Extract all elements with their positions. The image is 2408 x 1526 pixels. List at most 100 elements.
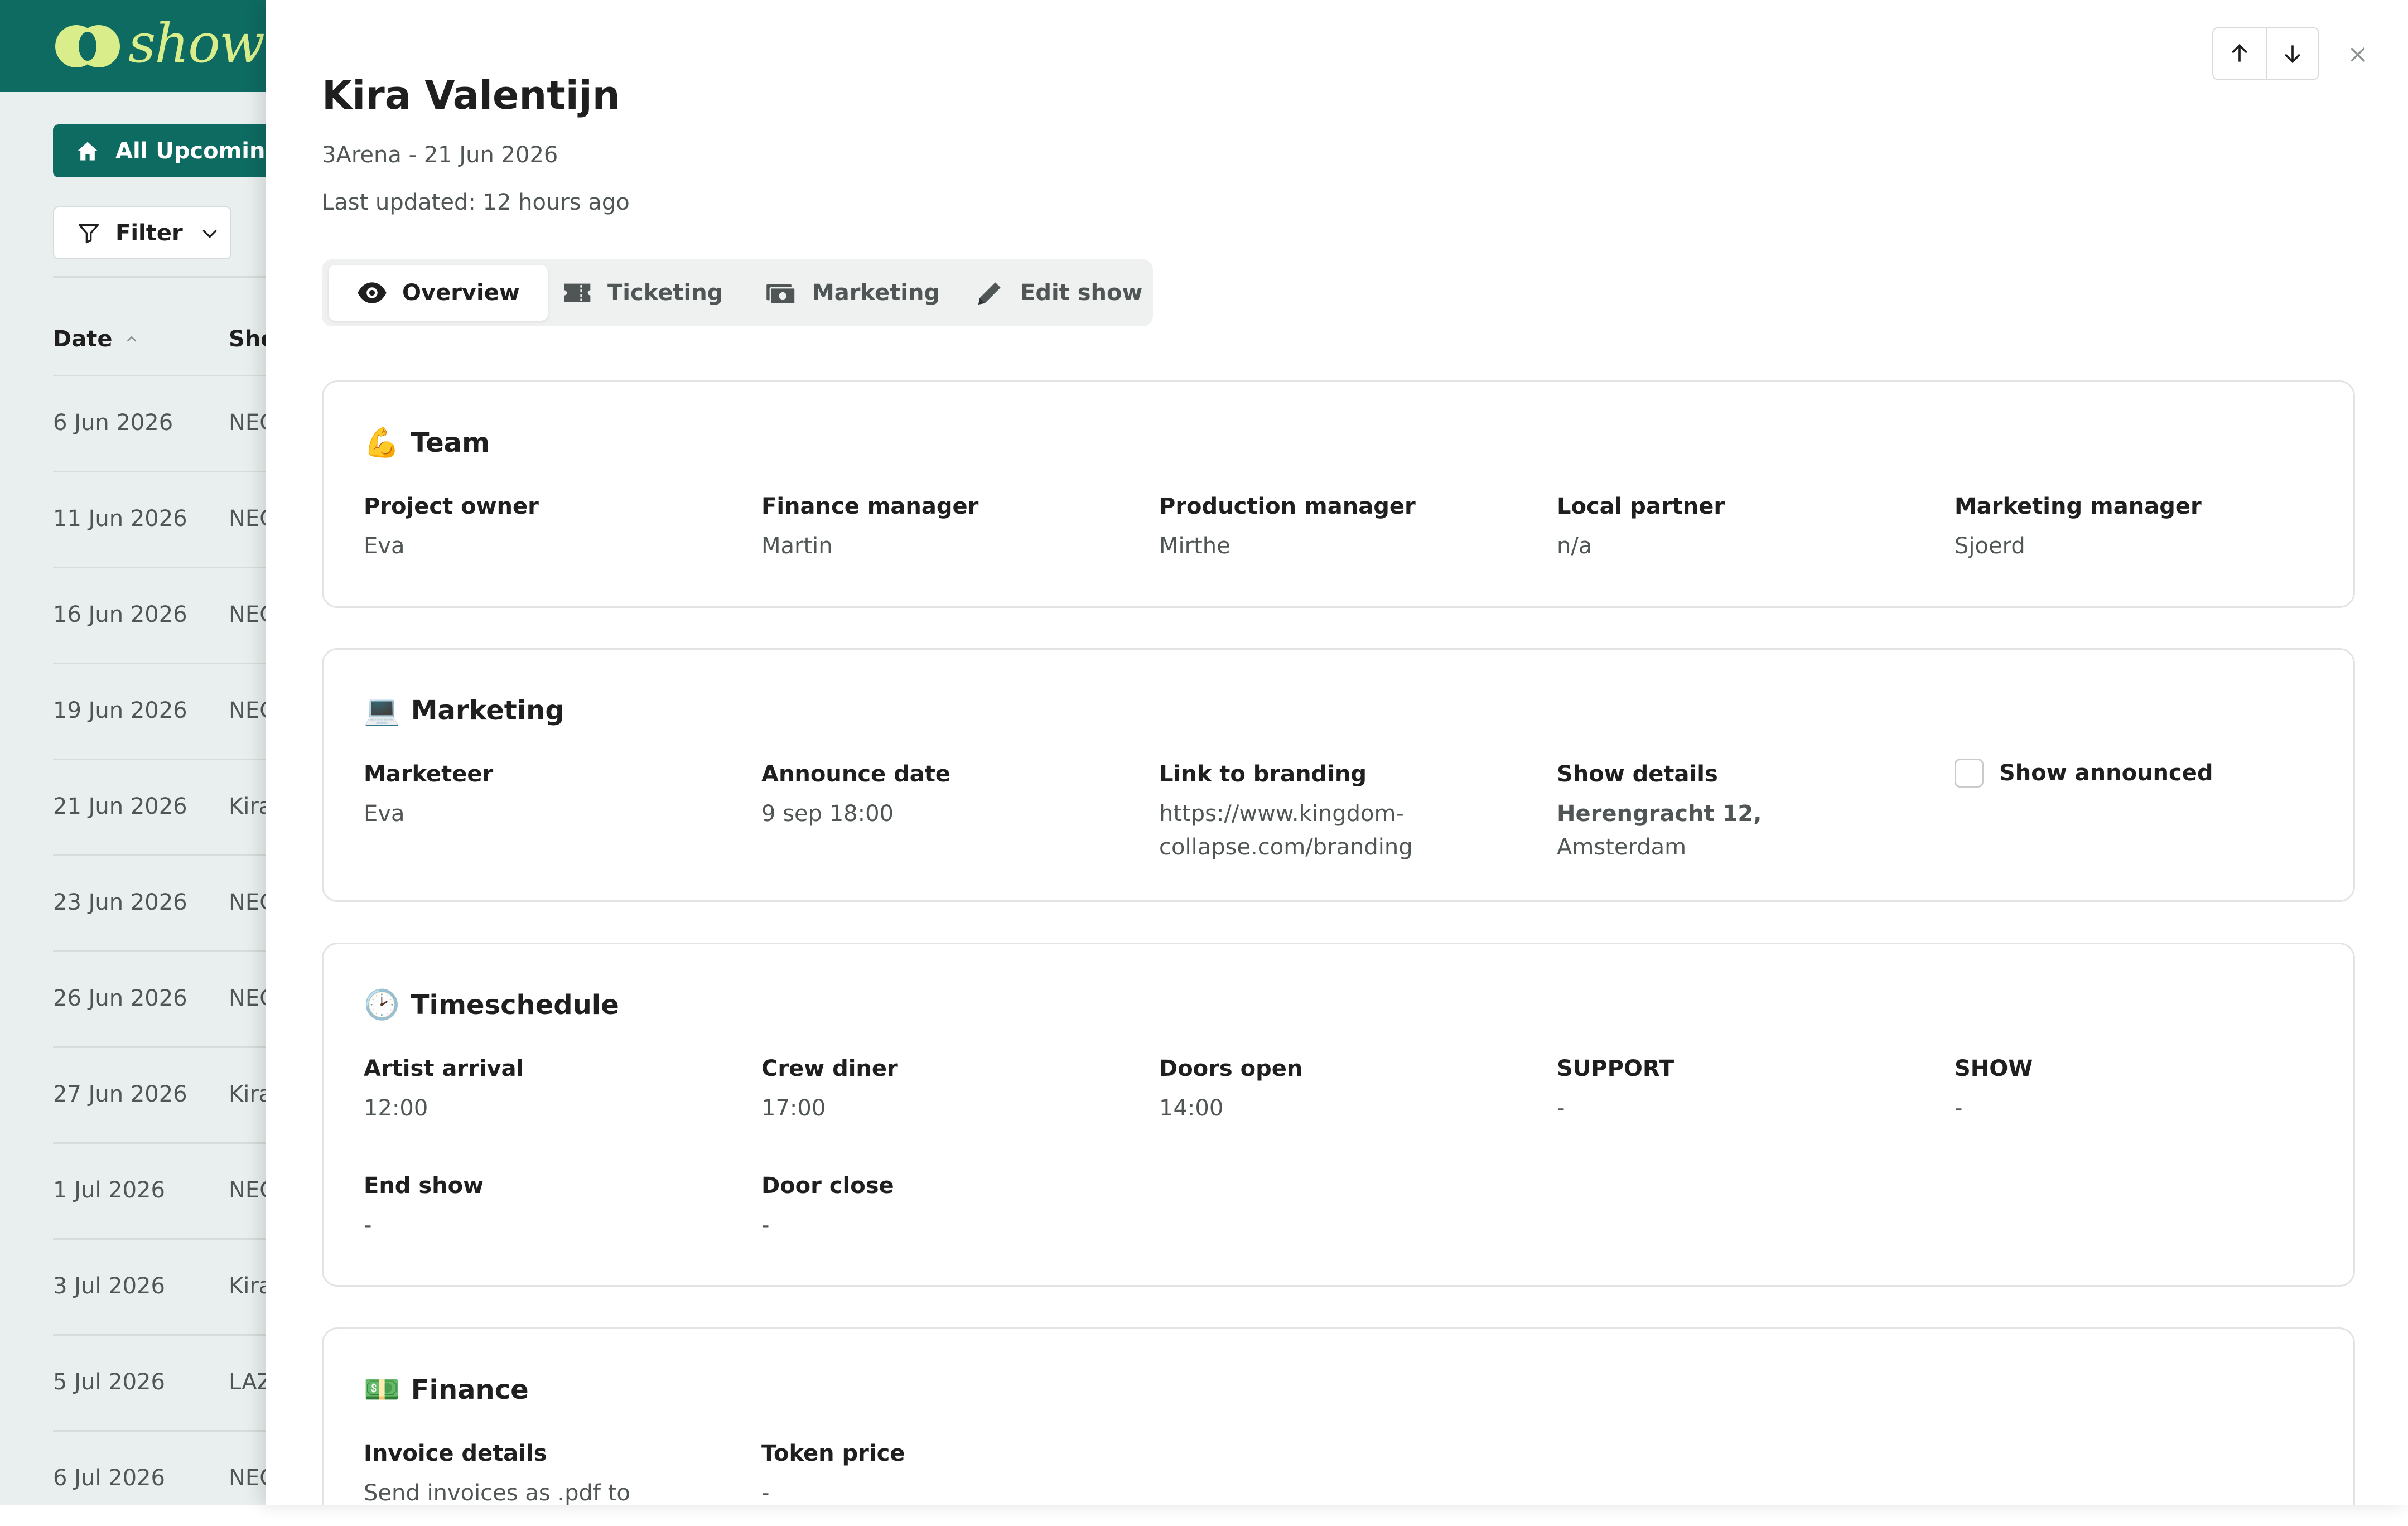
field-label: Project owner [364, 494, 539, 519]
field-finance-manager: Finance manager Martin [761, 494, 1124, 563]
field-value: 9 sep 18:00 [761, 801, 894, 827]
tab-overview[interactable]: Overview [329, 265, 548, 321]
arrow-down-icon [2284, 45, 2301, 64]
table-row[interactable]: 27 Jun 2026 Kira [53, 1046, 276, 1142]
table-row[interactable]: 6 Jul 2026 NEC [53, 1430, 276, 1526]
field-support: SUPPORT - [1557, 1056, 1919, 1125]
field-value: Martin [761, 533, 833, 559]
record-navigation [2212, 27, 2319, 80]
field-token-price: Token price - [761, 1441, 1124, 1505]
field-end-show: End show - [364, 1173, 726, 1242]
field-label: Invoice details [364, 1441, 547, 1466]
all-upcoming-button[interactable]: All Upcoming [53, 124, 287, 177]
table-row[interactable]: 26 Jun 2026 NEC [53, 950, 276, 1046]
last-updated: Last updated: 12 hours ago [322, 190, 630, 215]
arrow-up-icon [2231, 44, 2248, 62]
field-label: Artist arrival [364, 1056, 524, 1081]
field-project-owner: Project owner Eva [364, 494, 726, 563]
next-button[interactable] [2265, 28, 2318, 79]
field-value: Mirthe [1159, 533, 1230, 559]
field-crew-diner: Crew diner 17:00 [761, 1056, 1124, 1125]
table-row[interactable]: 5 Jul 2026 LAZ [53, 1334, 276, 1430]
field-value: Sjoerd [1955, 533, 2025, 559]
previous-button[interactable] [2213, 28, 2266, 79]
field-local-partner: Local partner n/a [1557, 494, 1919, 563]
show-announced-toggle[interactable]: Show announced [1955, 759, 2213, 788]
table-row[interactable]: 6 Jun 2026 NEC [53, 375, 276, 471]
money-icon [766, 284, 796, 305]
table-row[interactable]: 23 Jun 2026 NEC [53, 854, 276, 950]
field-label: Finance manager [761, 494, 979, 519]
field-value: Herengracht 12, Amsterdam [1557, 797, 1919, 864]
field-value: 17:00 [761, 1095, 826, 1121]
field-label: Show details [1557, 761, 1718, 787]
branding-link-line1: https://www.kingdom- [1159, 801, 1404, 827]
table-row[interactable]: 19 Jun 2026 NEC [53, 663, 276, 759]
team-title-label: Team [411, 427, 490, 458]
field-label: Doors open [1159, 1056, 1303, 1081]
table-row[interactable]: 3 Jul 2026 Kira [53, 1238, 276, 1334]
table-row[interactable]: 11 Jun 2026 NEC [53, 471, 276, 567]
page-title: Kira Valentijn [322, 73, 620, 118]
show-announced-label: Show announced [1999, 760, 2213, 786]
sort-ascending-icon [127, 336, 137, 342]
row-date: 19 Jun 2026 [53, 698, 187, 723]
field-label: SUPPORT [1557, 1056, 1674, 1081]
column-header-date-label: Date [53, 326, 113, 352]
row-date: 6 Jun 2026 [53, 410, 173, 436]
divider [53, 276, 276, 278]
field-show-details: Show details Herengracht 12, Amsterdam [1557, 761, 1919, 864]
field-label: Door close [761, 1173, 894, 1199]
field-value: - [761, 1213, 770, 1238]
filter-button[interactable]: Filter [53, 206, 231, 259]
close-button[interactable] [2341, 38, 2375, 71]
laptop-icon: 💻 [364, 694, 400, 727]
field-production-manager: Production manager Mirthe [1159, 494, 1522, 563]
field-label: End show [364, 1173, 484, 1199]
timeschedule-title-label: Timeschedule [411, 989, 619, 1021]
timeschedule-card: 🕑 Timeschedule Artist arrival 12:00 Crew… [322, 943, 2355, 1287]
team-card-title: 💪 Team [364, 426, 490, 460]
field-announce-date: Announce date 9 sep 18:00 [761, 761, 1124, 830]
field-invoice-details: Invoice details Send invoices as .pdf to [364, 1441, 726, 1505]
marketing-card: 💻 Marketing Marketeer Eva Announce date … [322, 648, 2355, 902]
show-details-address: Herengracht 12, [1557, 801, 1762, 827]
field-show: SHOW - [1955, 1056, 2317, 1125]
field-label: Announce date [761, 761, 950, 787]
row-date: 6 Jul 2026 [53, 1465, 165, 1491]
field-doors-open: Doors open 14:00 [1159, 1056, 1522, 1125]
field-value: Eva [364, 533, 405, 559]
finance-title-label: Finance [411, 1374, 529, 1406]
field-marketeer: Marketeer Eva [364, 761, 726, 830]
field-label: Link to branding [1159, 761, 1367, 787]
eye-icon [358, 282, 387, 303]
column-header-date[interactable]: Date [53, 326, 140, 352]
field-label: Local partner [1557, 494, 1725, 519]
row-date: 27 Jun 2026 [53, 1081, 187, 1107]
field-artist-arrival: Artist arrival 12:00 [364, 1056, 726, 1125]
field-label: Marketeer [364, 761, 494, 787]
table-row[interactable]: 21 Jun 2026 Kira [53, 759, 276, 854]
filter-label: Filter [115, 220, 183, 246]
table-row[interactable]: 16 Jun 2026 NEC [53, 567, 276, 663]
tab-marketing[interactable]: Marketing [765, 265, 940, 321]
tab-edit-show[interactable]: Edit show [974, 265, 1142, 321]
logo-text: showt [128, 12, 268, 75]
show-venue-date: 3Arena - 21 Jun 2026 [322, 142, 558, 168]
field-value: - [364, 1213, 372, 1238]
tab-ticketing[interactable]: Ticketing [562, 265, 723, 321]
field-marketing-manager: Marketing manager Sjoerd [1955, 494, 2317, 563]
row-date: 16 Jun 2026 [53, 602, 187, 627]
field-value: - [1557, 1095, 1565, 1121]
finance-card-title: 💵 Finance [364, 1373, 529, 1407]
show-announced-checkbox[interactable] [1955, 759, 1984, 788]
field-value: Send invoices as .pdf to [364, 1480, 630, 1505]
branding-link[interactable]: https://www.kingdom- collapse.com/brandi… [1159, 797, 1522, 864]
table-row[interactable]: 1 Jul 2026 NEC [53, 1142, 276, 1238]
flexed-biceps-icon: 💪 [364, 426, 400, 460]
row-date: 23 Jun 2026 [53, 890, 187, 915]
field-value: 14:00 [1159, 1095, 1224, 1121]
field-label: Token price [761, 1441, 905, 1466]
all-upcoming-label: All Upcoming [115, 138, 282, 164]
branding-link-line2: collapse.com/branding [1159, 834, 1413, 860]
